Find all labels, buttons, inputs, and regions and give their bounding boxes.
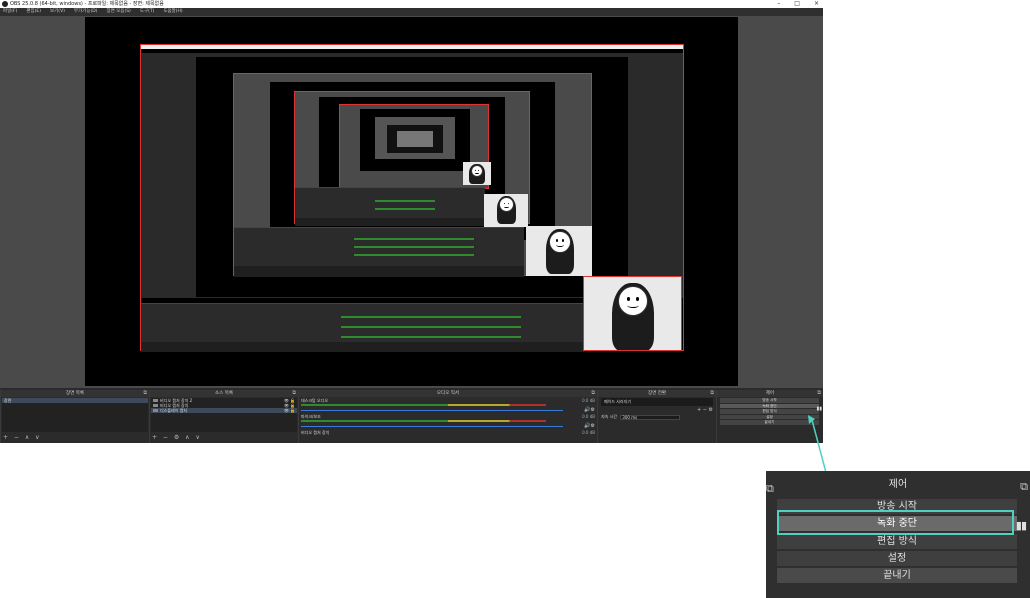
- zoom-exit-button[interactable]: 끝내기: [777, 568, 1017, 583]
- zoom-studio-mode-button[interactable]: 편집 방식: [777, 534, 1017, 549]
- undock-icon[interactable]: ⧉: [1020, 480, 1028, 494]
- pause-icon[interactable]: ▮▮: [1016, 519, 1027, 532]
- zoom-settings-button[interactable]: 설정: [777, 551, 1017, 566]
- stop-recording-highlight: [777, 510, 1014, 535]
- zoom-controls-title: 제어: [888, 479, 908, 490]
- screenshot-stage: OBS 25.0.8 (64-bit, windows) - 프로파일: 제목없…: [0, 0, 1030, 598]
